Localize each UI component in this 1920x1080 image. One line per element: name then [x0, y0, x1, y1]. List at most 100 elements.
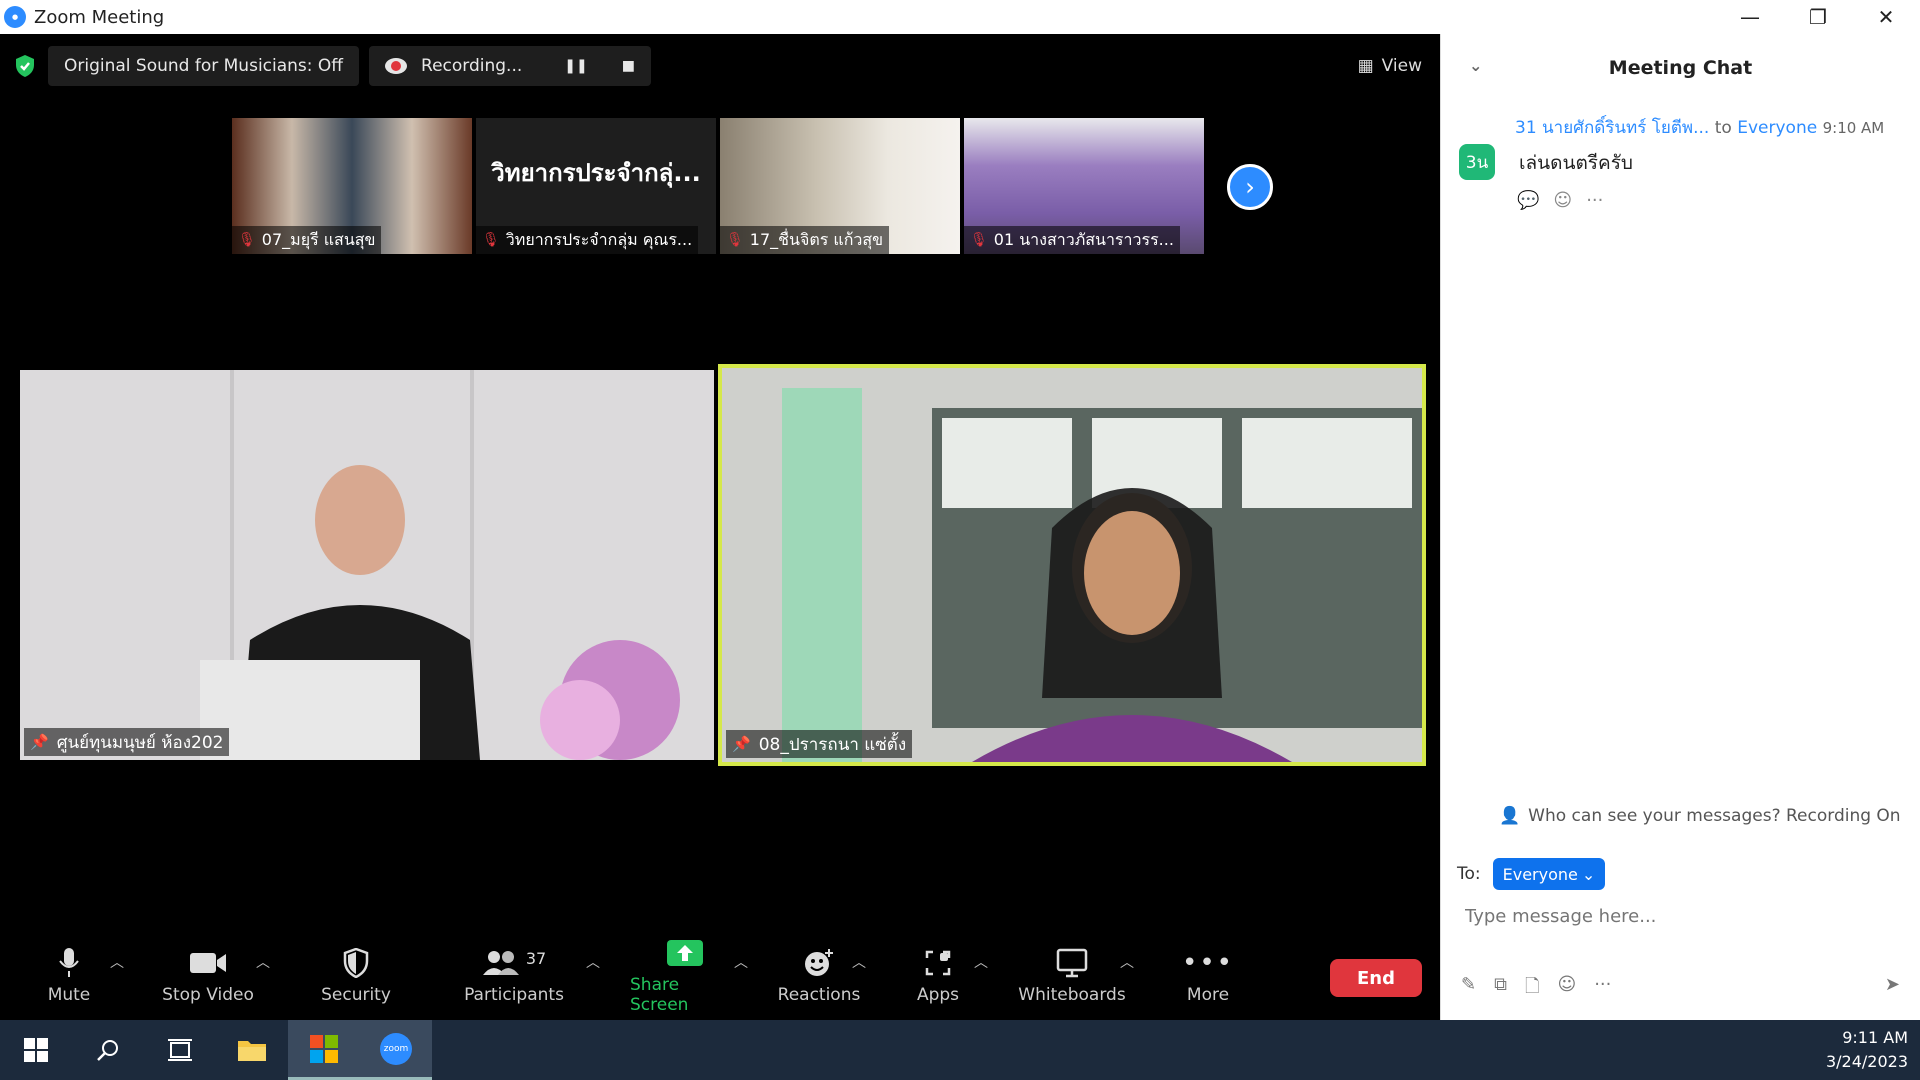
mute-label: Mute: [47, 985, 91, 1005]
thumbnail-name: วิทยากรประจำกลุ่ม คุณร...: [505, 229, 693, 249]
reactions-icon: [804, 945, 834, 981]
reply-icon[interactable]: 💬: [1517, 190, 1539, 211]
chat-message-input[interactable]: [1465, 906, 1895, 927]
file-explorer-icon[interactable]: [216, 1020, 288, 1080]
video-options-caret-icon[interactable]: ︿: [256, 952, 270, 972]
message-text: เล่นดนตรีครับ: [1519, 152, 1633, 174]
message-more-icon[interactable]: ···: [1586, 190, 1603, 211]
view-button[interactable]: ▦ View: [1358, 46, 1422, 86]
whiteboards-button[interactable]: Whiteboards: [1018, 930, 1126, 1020]
stop-video-button[interactable]: Stop Video: [160, 930, 256, 1020]
original-sound-button[interactable]: Original Sound for Musicians: Off: [48, 46, 360, 86]
mic-muted-icon: 🎙: [726, 232, 744, 248]
task-view-icon[interactable]: [144, 1020, 216, 1080]
meeting-chat-panel: ⌄ Meeting Chat 3น 31 นายศักดิ์รินทร์ โยต…: [1440, 34, 1920, 1020]
thumbnail-name-tag: 🎙 17_ชื่นจิตร แก้วสุข: [720, 226, 890, 254]
person-visibility-icon: 👤: [1499, 806, 1521, 826]
participant-thumbnail-strip: 🎙 07_มยุรี แสนสุข วิทยากรประจำกลุ่... 🎙 …: [232, 118, 1204, 254]
chevron-down-icon: ⌄: [1581, 864, 1596, 884]
end-meeting-button[interactable]: End: [1330, 959, 1422, 997]
thumbnail-name-tag: 🎙 วิทยากรประจำกลุ่ม คุณร...: [476, 226, 699, 254]
security-button[interactable]: Security: [320, 930, 392, 1020]
participant-thumbnail[interactable]: 🎙 01 นางสาวภัสนาราวรร...: [964, 118, 1204, 254]
message-visibility-notice[interactable]: 👤 Who can see your messages? Recording O…: [1499, 806, 1901, 826]
search-icon[interactable]: [72, 1020, 144, 1080]
thumbnail-name: 17_ชื่นจิตร แก้วสุข: [749, 229, 884, 249]
pause-recording-icon[interactable]: ❚❚: [564, 58, 587, 74]
active-speaker-tile[interactable]: 📌 08_ปรารถนา แซ่ตั้ง: [718, 364, 1426, 766]
thumbnail-name: 01 นางสาวภัสนาราวรร...: [993, 229, 1174, 249]
message-sender[interactable]: 31 นายศักดิ์รินทร์ โยตีพ...: [1515, 118, 1709, 138]
encryption-shield-icon[interactable]: [12, 53, 38, 79]
video-frame-left: [20, 370, 714, 760]
zoom-taskbar-label: zoom: [380, 1032, 412, 1065]
recording-icon: [385, 58, 408, 74]
system-clock[interactable]: 9:11 AM 3/24/2023: [1826, 1026, 1908, 1074]
clock-time: 9:11 AM: [1842, 1028, 1908, 1047]
more-button[interactable]: ••• More: [1182, 930, 1234, 1020]
more-dots-icon: •••: [1182, 948, 1235, 978]
apps-label: Apps: [916, 985, 960, 1005]
recipient-dropdown[interactable]: Everyone ⌄: [1492, 858, 1606, 890]
recording-indicator: Recording... ❚❚ ■: [369, 46, 651, 86]
restore-icon[interactable]: ❐: [1784, 0, 1852, 34]
start-windows-icon[interactable]: [0, 1020, 72, 1080]
participants-label: Participants: [464, 985, 564, 1005]
store-app-icon[interactable]: [288, 1020, 360, 1080]
visibility-text: Who can see your messages? Recording On: [1528, 806, 1901, 826]
stop-video-label: Stop Video: [162, 985, 254, 1005]
message-meta: 31 นายศักดิ์รินทร์ โยตีพ... to Everyone …: [1515, 114, 1884, 141]
thumbnail-name-tag: 🎙 07_มยุรี แสนสุข: [232, 226, 382, 254]
add-reaction-icon[interactable]: ☺: [1553, 190, 1572, 211]
video-frame-right: [722, 368, 1422, 762]
message-actions: 💬 ☺ ···: [1517, 190, 1603, 211]
pin-icon: 📌: [732, 735, 751, 753]
apps-options-caret-icon[interactable]: ︿: [974, 952, 988, 972]
tile-name: 08_ปรารถนา แซ่ตั้ง: [758, 734, 907, 755]
mic-muted-icon: 🎙: [970, 232, 988, 248]
sender-avatar: 3น: [1459, 144, 1495, 180]
apps-button[interactable]: Apps: [910, 930, 966, 1020]
apps-icon: [924, 945, 952, 981]
participant-thumbnail[interactable]: วิทยากรประจำกลุ่... 🎙 วิทยากรประจำกลุ่ม …: [476, 118, 716, 254]
share-screen-label: Share Screen: [630, 975, 689, 1015]
participants-icon: 37: [482, 945, 546, 981]
zoom-taskbar-icon[interactable]: zoom: [360, 1020, 432, 1080]
whiteboards-options-caret-icon[interactable]: ︿: [1120, 952, 1134, 972]
whiteboards-label: Whiteboards: [1018, 985, 1126, 1005]
format-text-icon[interactable]: ✎: [1461, 974, 1476, 1004]
send-icon[interactable]: ➤: [1885, 974, 1900, 995]
share-screen-icon: [666, 935, 704, 971]
view-label: View: [1381, 56, 1422, 76]
video-tile[interactable]: 📌 ศูนย์ทุนมนุษย์ ห้อง202: [20, 370, 714, 760]
participant-thumbnail[interactable]: 🎙 07_มยุรี แสนสุข: [232, 118, 472, 254]
os-taskbar: zoom 9:11 AM 3/24/2023: [0, 1020, 1920, 1080]
chat-header: ⌄ Meeting Chat: [1441, 34, 1920, 102]
participants-button[interactable]: 37 Participants: [462, 930, 566, 1020]
stop-recording-icon[interactable]: ■: [622, 58, 635, 74]
file-icon[interactable]: 🗋: [1525, 974, 1539, 1004]
security-label: Security: [321, 985, 391, 1005]
screenshot-icon[interactable]: ⧉: [1494, 974, 1507, 1004]
window-controls: — ❐ ✕: [1716, 0, 1920, 34]
participant-thumbnail[interactable]: 🎙 17_ชื่นจิตร แก้วสุข: [720, 118, 960, 254]
chat-more-icon[interactable]: ···: [1594, 974, 1611, 1004]
audio-options-caret-icon[interactable]: ︿: [110, 952, 124, 972]
next-page-arrow-icon[interactable]: ›: [1227, 164, 1273, 210]
reactions-options-caret-icon[interactable]: ︿: [852, 952, 866, 972]
share-options-caret-icon[interactable]: ︿: [734, 952, 748, 972]
microphone-icon: [58, 945, 80, 981]
zoom-logo-icon: ●: [4, 6, 26, 28]
share-screen-button[interactable]: Share Screen: [630, 930, 740, 1020]
reactions-button[interactable]: Reactions: [776, 930, 862, 1020]
collapse-chat-chevron-icon[interactable]: ⌄: [1469, 56, 1482, 75]
emoji-icon[interactable]: ☺: [1557, 974, 1576, 1004]
minimize-icon[interactable]: —: [1716, 0, 1784, 34]
thumbnail-display-name: วิทยากรประจำกลุ่...: [491, 158, 701, 187]
mic-muted-icon: 🎙: [238, 232, 256, 248]
tile-name: ศูนย์ทุนมนุษย์ ห้อง202: [56, 732, 224, 753]
mute-button[interactable]: Mute: [38, 930, 100, 1020]
participants-options-caret-icon[interactable]: ︿: [586, 952, 600, 972]
close-icon[interactable]: ✕: [1852, 0, 1920, 34]
whiteboard-icon: [1056, 945, 1088, 981]
